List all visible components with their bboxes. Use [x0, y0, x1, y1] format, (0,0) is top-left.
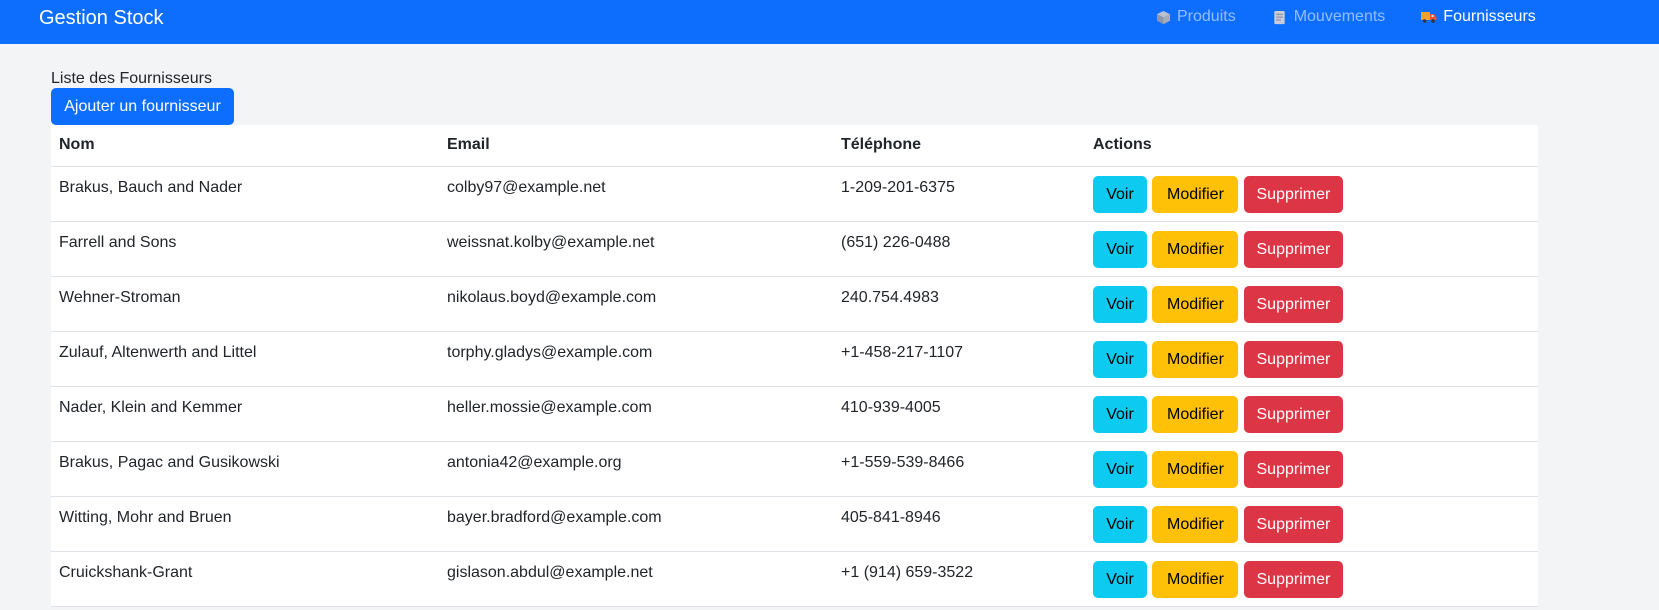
table-header-row: Nom Email Téléphone Actions	[51, 125, 1538, 167]
table-row: Cruickshank-Grant gislason.abdul@example…	[51, 551, 1538, 607]
supplier-phone: +1-559-539-8466	[833, 441, 1085, 497]
supplier-email: bayer.bradford@example.com	[439, 496, 833, 552]
supplier-email: antonia42@example.org	[439, 441, 833, 497]
edit-button[interactable]: Modifier	[1152, 175, 1239, 213]
nav-item-label: Produits	[1177, 8, 1236, 25]
supplier-email: weissnat.kolby@example.net	[439, 221, 833, 277]
table-row: Witting, Mohr and Bruen bayer.bradford@e…	[51, 496, 1538, 552]
suppliers-table-container: Nom Email Téléphone Actions Brakus, Bauc…	[51, 125, 1538, 607]
brand-title[interactable]: Gestion Stock	[39, 6, 164, 30]
supplier-email: colby97@example.net	[439, 166, 833, 222]
add-supplier-button[interactable]: Ajouter un fournisseur	[51, 88, 234, 125]
supplier-email: torphy.gladys@example.com	[439, 331, 833, 387]
column-header-nom: Nom	[51, 125, 439, 167]
supplier-phone: (651) 226-0488	[833, 221, 1085, 277]
view-button[interactable]: Voir	[1093, 340, 1147, 378]
supplier-name: Zulauf, Altenwerth and Littel	[51, 331, 439, 387]
edit-button[interactable]: Modifier	[1152, 230, 1239, 268]
column-header-email: Email	[439, 125, 833, 167]
supplier-email: heller.mossie@example.com	[439, 386, 833, 442]
row-actions: Voir Modifier Supprimer	[1085, 386, 1538, 442]
package-icon	[1155, 9, 1171, 25]
table-row: Brakus, Bauch and Nader colby97@example.…	[51, 166, 1538, 222]
view-button[interactable]: Voir	[1093, 505, 1147, 543]
delete-button[interactable]: Supprimer	[1243, 340, 1343, 378]
row-actions: Voir Modifier Supprimer	[1085, 276, 1538, 332]
supplier-phone: 1-209-201-6375	[833, 166, 1085, 222]
row-actions: Voir Modifier Supprimer	[1085, 441, 1538, 497]
supplier-email: nikolaus.boyd@example.com	[439, 276, 833, 332]
supplier-email: gislason.abdul@example.net	[439, 551, 833, 607]
supplier-phone: +1 (914) 659-3522	[833, 551, 1085, 607]
supplier-name: Brakus, Bauch and Nader	[51, 166, 439, 222]
table-body: Brakus, Bauch and Nader colby97@example.…	[51, 166, 1538, 607]
edit-button[interactable]: Modifier	[1152, 560, 1239, 598]
supplier-name: Wehner-Stroman	[51, 276, 439, 332]
edit-button[interactable]: Modifier	[1152, 450, 1239, 488]
nav-item-label: Mouvements	[1293, 8, 1386, 25]
view-button[interactable]: Voir	[1093, 560, 1147, 598]
nav-links: Produits Mouvements Fournisseurs	[1155, 6, 1536, 28]
row-actions: Voir Modifier Supprimer	[1085, 221, 1538, 277]
delete-button[interactable]: Supprimer	[1243, 395, 1343, 433]
view-button[interactable]: Voir	[1093, 230, 1147, 268]
supplier-name: Witting, Mohr and Bruen	[51, 496, 439, 552]
view-button[interactable]: Voir	[1093, 395, 1147, 433]
supplier-name: Nader, Klein and Kemmer	[51, 386, 439, 442]
view-button[interactable]: Voir	[1093, 285, 1147, 323]
delete-button[interactable]: Supprimer	[1243, 285, 1343, 323]
view-button[interactable]: Voir	[1093, 175, 1147, 213]
suppliers-table: Nom Email Téléphone Actions Brakus, Bauc…	[51, 125, 1538, 607]
top-navbar: Gestion Stock Produits Mouvements Fourni…	[0, 0, 1659, 44]
table-row: Nader, Klein and Kemmer heller.mossie@ex…	[51, 386, 1538, 442]
table-row: Wehner-Stroman nikolaus.boyd@example.com…	[51, 276, 1538, 332]
nav-item-produits[interactable]: Produits	[1155, 6, 1236, 28]
supplier-phone: +1-458-217-1107	[833, 331, 1085, 387]
delete-button[interactable]: Supprimer	[1243, 230, 1343, 268]
table-row: Brakus, Pagac and Gusikowski antonia42@e…	[51, 441, 1538, 497]
edit-button[interactable]: Modifier	[1152, 395, 1239, 433]
supplier-name: Farrell and Sons	[51, 221, 439, 277]
row-actions: Voir Modifier Supprimer	[1085, 166, 1538, 222]
delete-button[interactable]: Supprimer	[1243, 560, 1343, 598]
view-button[interactable]: Voir	[1093, 450, 1147, 488]
nav-item-mouvements[interactable]: Mouvements	[1272, 6, 1386, 28]
row-actions: Voir Modifier Supprimer	[1085, 496, 1538, 552]
truck-icon	[1421, 9, 1437, 25]
supplier-name: Brakus, Pagac and Gusikowski	[51, 441, 439, 497]
delete-button[interactable]: Supprimer	[1243, 450, 1343, 488]
row-actions: Voir Modifier Supprimer	[1085, 331, 1538, 387]
edit-button[interactable]: Modifier	[1152, 285, 1239, 323]
page-title: Liste des Fournisseurs	[51, 70, 212, 87]
supplier-name: Cruickshank-Grant	[51, 551, 439, 607]
supplier-phone: 240.754.4983	[833, 276, 1085, 332]
table-row: Zulauf, Altenwerth and Littel torphy.gla…	[51, 331, 1538, 387]
edit-button[interactable]: Modifier	[1152, 340, 1239, 378]
document-icon	[1272, 9, 1288, 25]
delete-button[interactable]: Supprimer	[1243, 175, 1343, 213]
supplier-phone: 410-939-4005	[833, 386, 1085, 442]
supplier-phone: 405-841-8946	[833, 496, 1085, 552]
edit-button[interactable]: Modifier	[1152, 505, 1239, 543]
column-header-actions: Actions	[1085, 125, 1538, 167]
nav-item-label: Fournisseurs	[1443, 8, 1536, 25]
table-row: Farrell and Sons weissnat.kolby@example.…	[51, 221, 1538, 277]
column-header-telephone: Téléphone	[833, 125, 1085, 167]
nav-item-fournisseurs[interactable]: Fournisseurs	[1421, 6, 1536, 28]
row-actions: Voir Modifier Supprimer	[1085, 551, 1538, 607]
delete-button[interactable]: Supprimer	[1243, 505, 1343, 543]
